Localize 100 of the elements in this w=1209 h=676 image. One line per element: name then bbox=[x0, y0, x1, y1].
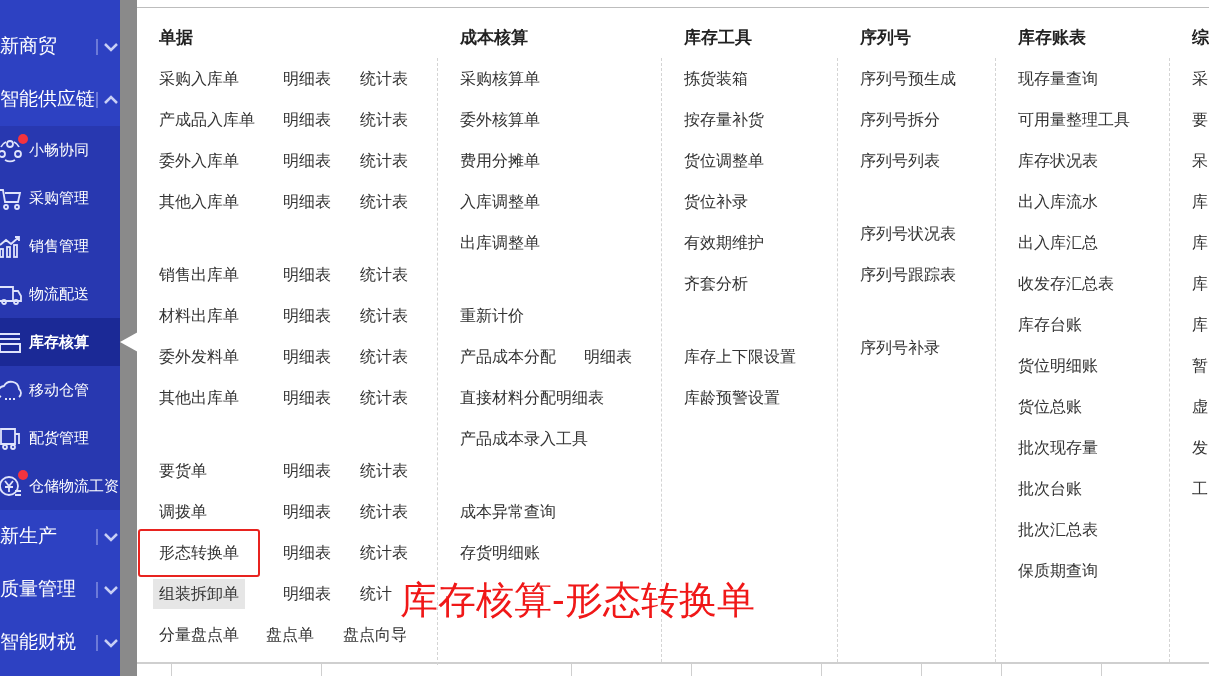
menu-link[interactable]: 直接材料分配明细表 bbox=[460, 385, 604, 410]
menu-link[interactable]: 序列号状况表 bbox=[860, 221, 956, 246]
report-link[interactable]: 明细表 bbox=[283, 148, 331, 173]
menu-link[interactable]: 齐套分析 bbox=[684, 271, 748, 296]
menu-link[interactable]: 拣货装箱 bbox=[684, 66, 748, 91]
report-link[interactable]: 统计表 bbox=[360, 458, 408, 483]
menu-link[interactable]: 费用分摊单 bbox=[460, 148, 540, 173]
report-link[interactable]: 明细表 bbox=[283, 66, 331, 91]
menu-link[interactable]: 形态转换单 bbox=[138, 528, 260, 577]
sidebar-group[interactable]: 智能供应链 bbox=[0, 73, 120, 126]
menu-link[interactable]: 组装拆卸单 bbox=[153, 578, 245, 609]
report-link[interactable]: 明细表 bbox=[283, 303, 331, 328]
menu-link[interactable]: 委外发料单 bbox=[159, 344, 239, 369]
report-link[interactable]: 明细表 bbox=[283, 499, 331, 524]
report-link[interactable]: 统计表 bbox=[360, 499, 408, 524]
menu-link[interactable]: 批次汇总表 bbox=[1018, 517, 1098, 542]
menu-link[interactable]: 委外核算单 bbox=[460, 107, 540, 132]
report-link[interactable]: 明细表 bbox=[283, 581, 331, 606]
report-link[interactable]: 统计表 bbox=[360, 540, 408, 565]
report-link[interactable]: 明细表 bbox=[283, 107, 331, 132]
menu-link[interactable]: 产品成本分配 bbox=[460, 344, 556, 369]
menu-link[interactable]: 货位调整单 bbox=[684, 148, 764, 173]
menu-link[interactable]: 其他出库单 bbox=[159, 385, 239, 410]
report-link[interactable]: 明细表 bbox=[283, 385, 331, 410]
menu-link[interactable]: 库 bbox=[1192, 271, 1208, 296]
menu-link[interactable]: 序列号拆分 bbox=[860, 107, 940, 132]
menu-link[interactable]: 库 bbox=[1192, 230, 1208, 255]
menu-link[interactable]: 入库调整单 bbox=[460, 189, 540, 214]
sidebar-item[interactable]: 移动仓管 bbox=[0, 366, 120, 414]
sidebar-group[interactable]: 新生产 bbox=[0, 510, 120, 563]
sidebar-group[interactable]: 质量管理 bbox=[0, 563, 120, 616]
menu-link[interactable]: 存货明细账 bbox=[460, 540, 540, 565]
menu-link[interactable]: 保质期查询 bbox=[1018, 558, 1098, 583]
menu-link[interactable]: 重新计价 bbox=[460, 303, 524, 328]
sidebar-item[interactable]: 物流配送 bbox=[0, 270, 120, 318]
report-link[interactable]: 统计表 bbox=[360, 107, 408, 132]
report-link[interactable]: 统计表 bbox=[360, 148, 408, 173]
menu-link[interactable]: 收发存汇总表 bbox=[1018, 271, 1114, 296]
sidebar-item[interactable]: 仓储物流工资 bbox=[0, 462, 120, 510]
menu-link[interactable]: 货位明细账 bbox=[1018, 353, 1098, 378]
report-link[interactable]: 明细表 bbox=[283, 189, 331, 214]
menu-link[interactable]: 要 bbox=[1192, 107, 1208, 132]
menu-link[interactable]: 采购入库单 bbox=[159, 66, 239, 91]
report-link[interactable]: 统计表 bbox=[360, 262, 408, 287]
menu-link[interactable]: 序列号补录 bbox=[860, 335, 940, 360]
report-link[interactable]: 盘点向导 bbox=[343, 622, 407, 647]
sidebar-item[interactable]: 小畅协同 bbox=[0, 126, 120, 174]
menu-link[interactable]: 虚 bbox=[1192, 394, 1208, 419]
report-link[interactable]: 明细表 bbox=[283, 344, 331, 369]
report-link[interactable]: 统计 bbox=[360, 581, 392, 606]
report-link[interactable]: 统计表 bbox=[360, 385, 408, 410]
menu-link[interactable]: 库 bbox=[1192, 312, 1208, 337]
sidebar-item[interactable]: 采购管理 bbox=[0, 174, 120, 222]
sidebar-group[interactable]: 新商贸 bbox=[0, 20, 120, 73]
menu-link[interactable]: 可用量整理工具 bbox=[1018, 107, 1130, 132]
menu-link[interactable]: 其他入库单 bbox=[159, 189, 239, 214]
menu-link[interactable]: 呆 bbox=[1192, 148, 1208, 173]
sidebar-item[interactable]: 销售管理 bbox=[0, 222, 120, 270]
menu-link[interactable]: 批次现存量 bbox=[1018, 435, 1098, 460]
menu-link[interactable]: 采 bbox=[1192, 66, 1208, 91]
report-link[interactable]: 明细表 bbox=[283, 458, 331, 483]
menu-link[interactable]: 序列号跟踪表 bbox=[860, 262, 956, 287]
menu-link[interactable]: 材料出库单 bbox=[159, 303, 239, 328]
menu-link[interactable]: 货位总账 bbox=[1018, 394, 1082, 419]
menu-link[interactable]: 调拨单 bbox=[159, 499, 207, 524]
menu-link[interactable]: 成本异常查询 bbox=[460, 499, 556, 524]
menu-link[interactable]: 发 bbox=[1192, 435, 1208, 460]
menu-link[interactable]: 批次台账 bbox=[1018, 476, 1082, 501]
menu-link[interactable]: 库存状况表 bbox=[1018, 148, 1098, 173]
menu-link[interactable]: 按存量补货 bbox=[684, 107, 764, 132]
menu-link[interactable]: 产成品入库单 bbox=[159, 107, 255, 132]
menu-link[interactable]: 产品成本录入工具 bbox=[460, 426, 588, 451]
menu-link[interactable]: 出入库汇总 bbox=[1018, 230, 1098, 255]
report-link[interactable]: 统计表 bbox=[360, 303, 408, 328]
menu-link[interactable]: 工 bbox=[1192, 476, 1208, 501]
report-link[interactable]: 明细表 bbox=[283, 262, 331, 287]
menu-link[interactable]: 有效期维护 bbox=[684, 230, 764, 255]
menu-link[interactable]: 货位补录 bbox=[684, 189, 748, 214]
menu-link[interactable]: 现存量查询 bbox=[1018, 66, 1098, 91]
sidebar-item[interactable]: 配货管理 bbox=[0, 414, 120, 462]
menu-link[interactable]: 分量盘点单 bbox=[159, 622, 239, 647]
report-link[interactable]: 统计表 bbox=[360, 66, 408, 91]
menu-link[interactable]: 库龄预警设置 bbox=[684, 385, 780, 410]
report-link[interactable]: 统计表 bbox=[360, 189, 408, 214]
report-link[interactable]: 盘点单 bbox=[266, 622, 314, 647]
menu-link[interactable]: 出入库流水 bbox=[1018, 189, 1098, 214]
menu-link[interactable]: 序列号列表 bbox=[860, 148, 940, 173]
sidebar-group[interactable]: 智能财税 bbox=[0, 616, 120, 669]
menu-link[interactable]: 采购核算单 bbox=[460, 66, 540, 91]
menu-link[interactable]: 库存上下限设置 bbox=[684, 344, 796, 369]
menu-link[interactable]: 委外入库单 bbox=[159, 148, 239, 173]
menu-link[interactable]: 要货单 bbox=[159, 458, 207, 483]
report-link[interactable]: 明细表 bbox=[584, 344, 632, 369]
menu-link[interactable]: 销售出库单 bbox=[159, 262, 239, 287]
menu-link[interactable]: 库存台账 bbox=[1018, 312, 1082, 337]
menu-link[interactable]: 序列号预生成 bbox=[860, 66, 956, 91]
menu-link[interactable]: 出库调整单 bbox=[460, 230, 540, 255]
report-link[interactable]: 统计表 bbox=[360, 344, 408, 369]
report-link[interactable]: 明细表 bbox=[283, 540, 331, 565]
menu-link[interactable]: 暂 bbox=[1192, 353, 1208, 378]
